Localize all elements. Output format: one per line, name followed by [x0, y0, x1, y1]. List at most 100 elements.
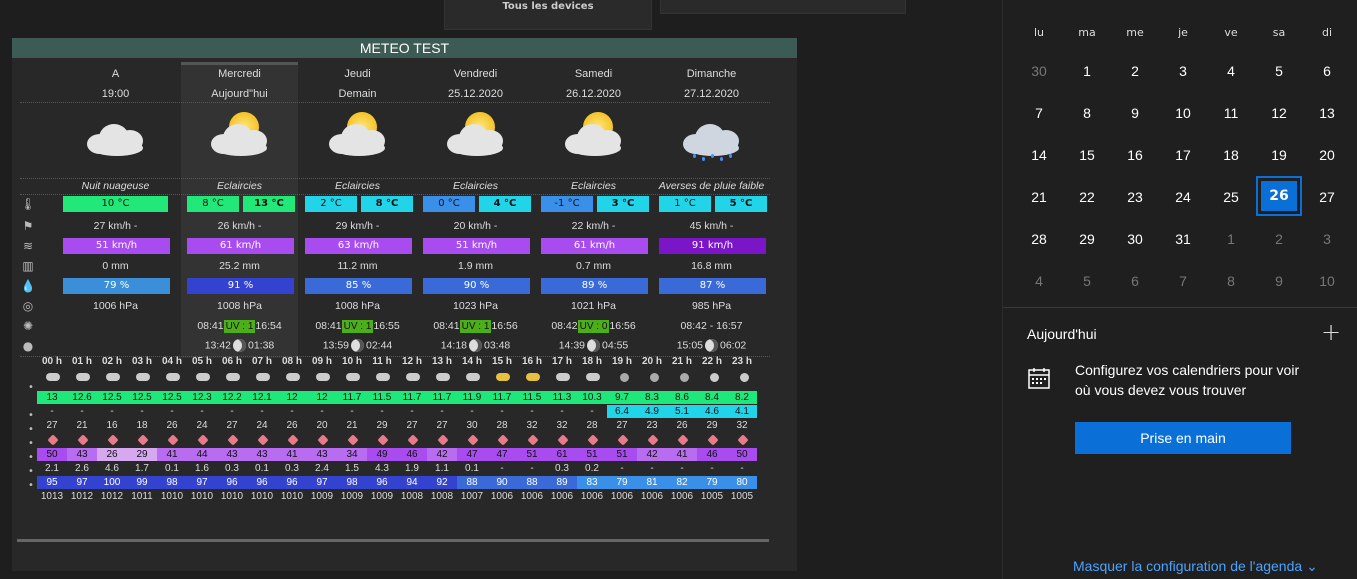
- hour-temp-min: 4.1: [727, 405, 757, 418]
- calendar-day[interactable]: 20: [1303, 134, 1351, 176]
- weather-description: Eclaircies: [217, 180, 262, 192]
- hour-weather-icon: [346, 373, 360, 381]
- calendar-day[interactable]: 24: [1159, 176, 1207, 218]
- hour-wind: 18: [136, 420, 148, 431]
- humidity: 89 %: [541, 278, 648, 294]
- get-started-button[interactable]: Prise en main: [1075, 422, 1291, 454]
- calendar-day[interactable]: 2: [1255, 218, 1303, 260]
- calendar-day[interactable]: 12: [1255, 92, 1303, 134]
- row-separator: [20, 194, 770, 195]
- calendar-panel: lu ma me je ve sa di 30 1 2 3 4 5 6 7 8 9 10 11 12 13 14 15 16 1…: [1002, 0, 1357, 579]
- calendar-day[interactable]: 11: [1207, 92, 1255, 134]
- hour-temp: 12.3: [187, 391, 217, 404]
- calendar-day[interactable]: 3: [1159, 50, 1207, 92]
- weekday-label: ve: [1224, 26, 1238, 39]
- sun-icon: ✺: [22, 319, 34, 333]
- weather-widget: METEO TEST 🌡 ⚑ ≋ ▥ 💧 ◎ ✺ ● A 19:00 Nuit nuageuse 10…: [12, 38, 797, 571]
- devices-button[interactable]: Tous les devices: [444, 0, 652, 30]
- calendar-icon: [1028, 368, 1050, 389]
- calendar-day[interactable]: 8: [1063, 92, 1111, 134]
- sunset-time: 16:56: [491, 320, 518, 332]
- hour-temp-min: -: [440, 406, 444, 417]
- calendar-day[interactable]: 28: [1015, 218, 1063, 260]
- calendar-day[interactable]: 21: [1015, 176, 1063, 218]
- calendar-day[interactable]: 18: [1207, 134, 1255, 176]
- hour-wind: 16: [106, 420, 118, 431]
- wind-arrow-icon: [527, 434, 539, 446]
- rain-amount: 25.2 mm: [219, 260, 260, 272]
- calendar-day[interactable]: 6: [1111, 260, 1159, 302]
- hour-humidity: 97: [67, 476, 97, 489]
- hour-rain: 0.1: [165, 463, 179, 474]
- calendar-day[interactable]: 6: [1303, 50, 1351, 92]
- calendar-day[interactable]: 1: [1063, 50, 1111, 92]
- hour-wind: 27: [436, 420, 448, 431]
- today-marker[interactable]: 26: [1256, 176, 1302, 216]
- hour-temp: 12: [277, 391, 307, 404]
- calendar-day[interactable]: 14: [1015, 134, 1063, 176]
- partly-sunny-icon: [443, 110, 509, 160]
- uv-index: UV : 1: [459, 320, 492, 333]
- calendar-day[interactable]: 5: [1063, 260, 1111, 302]
- hour-weather-icon: [196, 373, 210, 381]
- top-input[interactable]: [660, 0, 906, 14]
- sunset-time: 16:56: [609, 320, 636, 332]
- partly-sunny-icon: [207, 110, 273, 160]
- hour-gust: 42: [637, 448, 667, 461]
- hour-humidity: 92: [427, 476, 457, 489]
- calendar-day[interactable]: 27: [1303, 176, 1351, 218]
- calendar-day[interactable]: 17: [1159, 134, 1207, 176]
- wind-arrow-icon: [377, 434, 389, 446]
- calendar-day[interactable]: 25: [1207, 176, 1255, 218]
- calendar-day[interactable]: 10: [1159, 92, 1207, 134]
- hour-pressure: 1007: [460, 491, 484, 502]
- calendar-day[interactable]: 10: [1303, 260, 1351, 302]
- weekday-label: di: [1321, 26, 1333, 39]
- hour-wind: 28: [496, 420, 508, 431]
- hour-rain: -: [710, 463, 714, 474]
- hour-pressure: 1005: [730, 491, 754, 502]
- calendar-day[interactable]: 9: [1255, 260, 1303, 302]
- hour-temp-min: 6.4: [607, 405, 637, 418]
- calendar-day[interactable]: 29: [1063, 218, 1111, 260]
- calendar-day[interactable]: 13: [1303, 92, 1351, 134]
- wind-arrow-icon: [587, 434, 599, 446]
- calendar-day[interactable]: 23: [1111, 176, 1159, 218]
- temp-max: 13 °C: [243, 196, 295, 212]
- day-name: Samedi: [574, 68, 613, 80]
- calendar-day[interactable]: 15: [1063, 134, 1111, 176]
- calendar-day[interactable]: 19: [1255, 134, 1303, 176]
- wind-speed: 20 km/h -: [453, 220, 498, 232]
- calendar-day[interactable]: 9: [1111, 92, 1159, 134]
- humidity: 85 %: [305, 278, 412, 294]
- hide-agenda-link[interactable]: Masquer la configuration de l'agenda ⌄: [1073, 558, 1318, 575]
- calendar-day[interactable]: 2: [1111, 50, 1159, 92]
- temp-max: 8 °C: [361, 196, 413, 212]
- calendar-day[interactable]: 31: [1159, 218, 1207, 260]
- hour-humidity: 82: [667, 476, 697, 489]
- calendar-day[interactable]: 3: [1303, 218, 1351, 260]
- calendar-day[interactable]: 30: [1111, 218, 1159, 260]
- moon-phase-icon: [469, 339, 482, 352]
- calendar-day[interactable]: 1: [1207, 218, 1255, 260]
- weekday-label: me: [1126, 26, 1144, 39]
- hour-pressure: 1006: [550, 491, 574, 502]
- hour-label: 11 h: [372, 356, 392, 367]
- calendar-day[interactable]: 30: [1015, 50, 1063, 92]
- calendar-day[interactable]: 16: [1111, 134, 1159, 176]
- hour-humidity: 97: [307, 476, 337, 489]
- temp-max: 5 °C: [715, 196, 767, 212]
- calendar-day[interactable]: 22: [1063, 176, 1111, 218]
- hour-label: 02 h: [101, 356, 122, 367]
- day-sub: 26.12.2020: [565, 88, 622, 100]
- calendar-day[interactable]: 5: [1255, 50, 1303, 92]
- calendar-day[interactable]: 7: [1015, 92, 1063, 134]
- calendar-day[interactable]: 8: [1207, 260, 1255, 302]
- calendar-day[interactable]: 4: [1207, 50, 1255, 92]
- add-event-icon[interactable]: +: [1321, 318, 1341, 346]
- calendar-day[interactable]: 4: [1015, 260, 1063, 302]
- hour-temp: 11.5: [517, 391, 547, 404]
- hour-wind: 26: [286, 420, 298, 431]
- wind-arrow-icon: [137, 434, 149, 446]
- calendar-day[interactable]: 7: [1159, 260, 1207, 302]
